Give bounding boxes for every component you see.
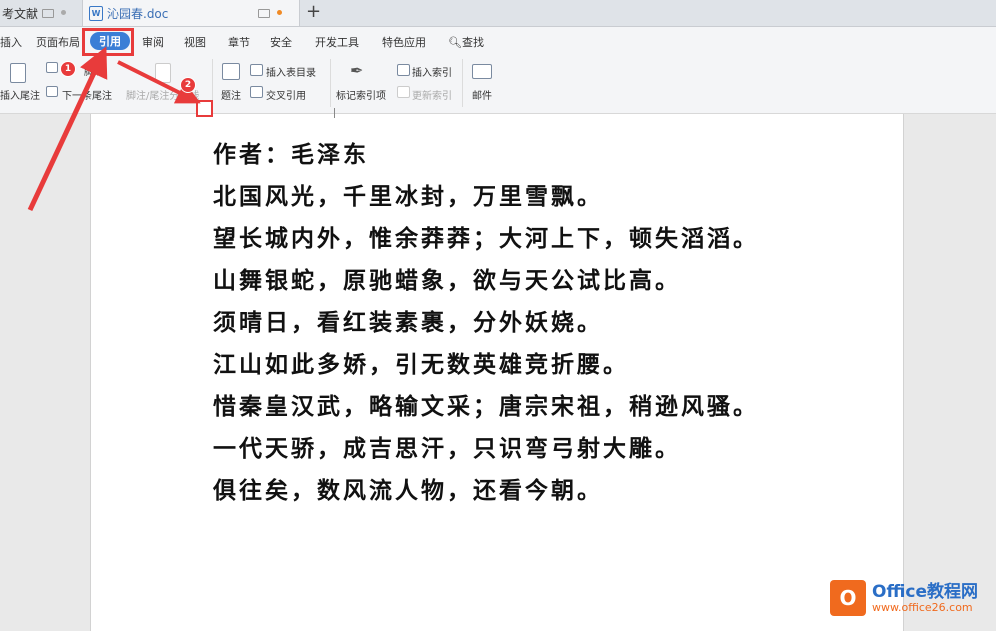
office-logo-icon: O (830, 580, 866, 616)
annotation-arrows (27, 46, 201, 212)
step-badge: 2 (180, 77, 196, 93)
step-badge: 1 (60, 61, 76, 77)
watermark-title: Office教程网 (872, 581, 979, 602)
arrow-to-footnote-marker (117, 60, 201, 104)
watermark-url: www.office26.com (872, 600, 973, 614)
watermark: O Office教程网 www.office26.com (830, 580, 978, 616)
arrow-to-references-tab (27, 46, 108, 212)
